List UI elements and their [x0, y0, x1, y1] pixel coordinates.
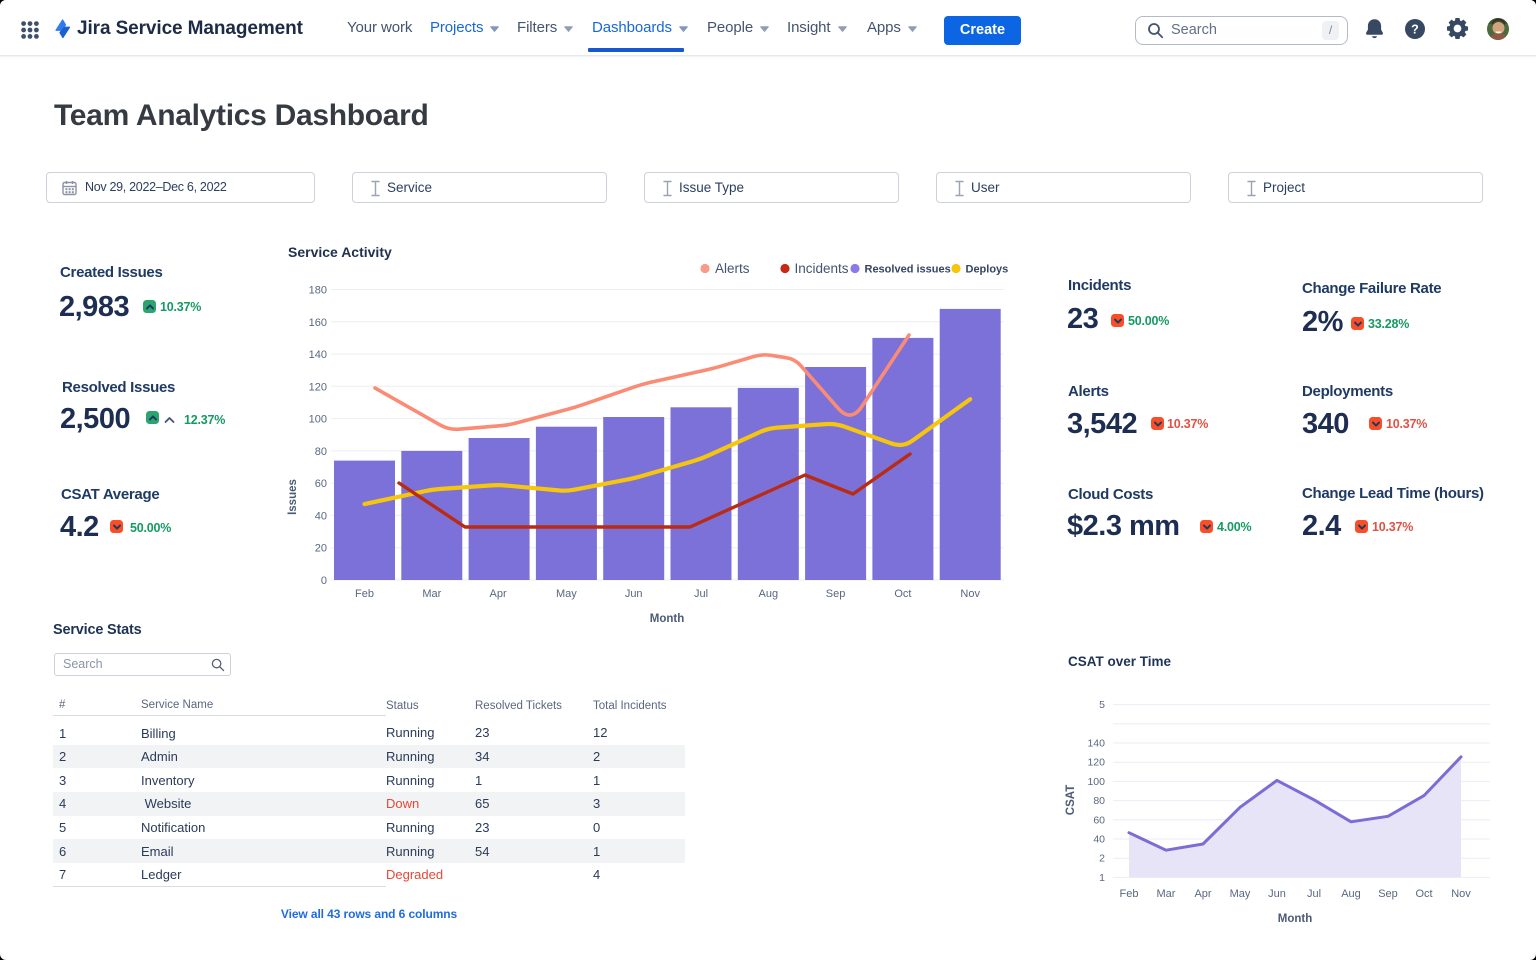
svg-text:40: 40 [315, 510, 327, 522]
svg-text:160: 160 [309, 317, 327, 329]
svg-text:Jun: Jun [1268, 888, 1286, 900]
svg-text:Sep: Sep [1378, 888, 1398, 900]
svg-text:Oct: Oct [894, 588, 911, 600]
svg-text:?: ? [1411, 22, 1419, 36]
svg-text:Sep: Sep [826, 588, 846, 600]
svg-text:40: 40 [1093, 834, 1105, 846]
svg-text:5: 5 [1099, 699, 1105, 711]
svg-text:140: 140 [309, 349, 327, 361]
svg-text:Apr: Apr [1194, 888, 1211, 900]
svg-text:100: 100 [1087, 776, 1105, 788]
svg-text:120: 120 [1087, 757, 1105, 769]
svg-text:0: 0 [321, 575, 327, 587]
svg-text:Oct: Oct [1415, 888, 1432, 900]
svg-text:Month: Month [1278, 913, 1312, 925]
svg-text:Month: Month [650, 613, 684, 625]
svg-text:Nov: Nov [1451, 888, 1471, 900]
svg-text:Issues: Issues [287, 479, 299, 515]
svg-text:Deploys: Deploys [966, 264, 1009, 276]
svg-text:May: May [556, 588, 577, 600]
svg-text:Mar: Mar [422, 588, 441, 600]
svg-text:Aug: Aug [759, 588, 779, 600]
svg-text:60: 60 [315, 478, 327, 490]
svg-text:Jul: Jul [1307, 888, 1321, 900]
svg-text:80: 80 [1093, 795, 1105, 807]
svg-text:CSAT: CSAT [1065, 785, 1077, 815]
svg-text:2: 2 [1099, 853, 1105, 865]
svg-text:Resolved issues: Resolved issues [865, 264, 951, 276]
svg-text:100: 100 [309, 414, 327, 426]
svg-text:180: 180 [309, 285, 327, 297]
svg-text:Aug: Aug [1341, 888, 1361, 900]
svg-text:Incidents: Incidents [795, 261, 849, 276]
svg-text:Mar: Mar [1157, 888, 1176, 900]
svg-text:20: 20 [315, 543, 327, 555]
svg-text:Service Activity: Service Activity [288, 244, 392, 260]
svg-text:Feb: Feb [355, 588, 374, 600]
svg-text:May: May [1230, 888, 1251, 900]
svg-text:Jun: Jun [625, 588, 643, 600]
svg-text:120: 120 [309, 381, 327, 393]
svg-text:Jul: Jul [694, 588, 708, 600]
svg-text:Feb: Feb [1120, 888, 1139, 900]
svg-text:Apr: Apr [490, 588, 507, 600]
svg-text:Nov: Nov [960, 588, 980, 600]
svg-text:140: 140 [1087, 738, 1105, 750]
svg-text:1: 1 [1099, 872, 1105, 884]
svg-text:CSAT over Time: CSAT over Time [1068, 654, 1172, 669]
svg-text:Alerts: Alerts [715, 261, 750, 276]
svg-text:80: 80 [315, 446, 327, 458]
svg-text:60: 60 [1093, 814, 1105, 826]
